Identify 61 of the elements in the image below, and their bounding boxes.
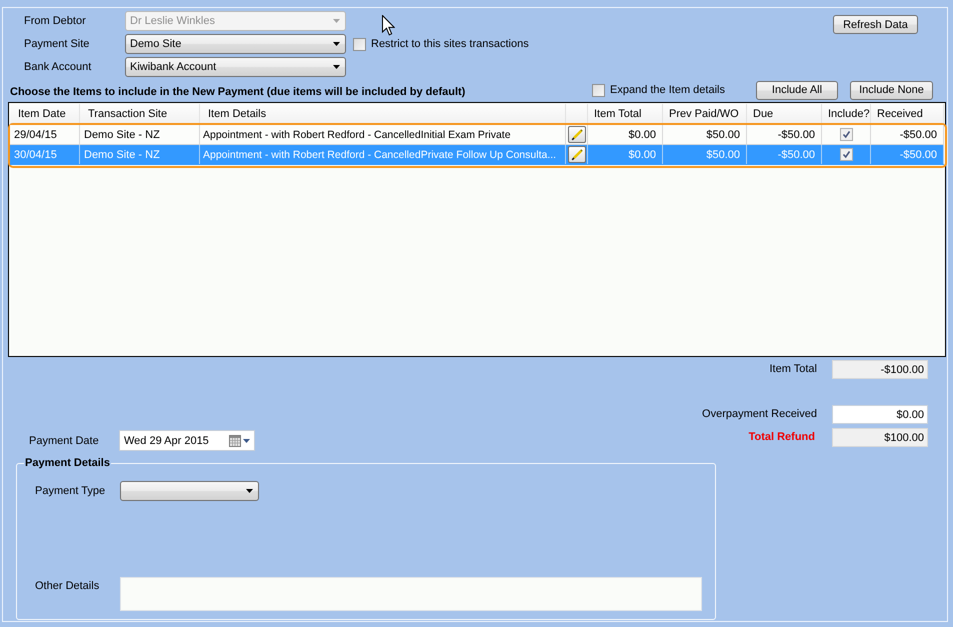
column-header: Item Date — [10, 104, 80, 123]
table-cell: -$50.00 — [747, 145, 822, 164]
field-label: Bank Account — [24, 61, 92, 73]
column-header: Item Total — [588, 104, 663, 123]
table-cell: $0.00 — [588, 145, 663, 164]
field-label: Other Details — [35, 579, 100, 592]
table-cell: 30/04/15 — [10, 145, 80, 164]
caret-icon[interactable] — [243, 438, 250, 442]
mouse-pointer-icon — [382, 15, 395, 36]
dropdown[interactable] — [120, 481, 259, 501]
amount-field[interactable]: $0.00 — [832, 405, 928, 424]
table-cell: -$50.00 — [871, 125, 944, 144]
field-label: Overpayment Received — [702, 407, 817, 422]
include-all-button[interactable]: Include All — [756, 80, 838, 100]
column-header: Transaction Site — [80, 104, 200, 123]
group-title: Payment Details — [24, 457, 111, 470]
include-none-button[interactable]: Include None — [850, 80, 933, 100]
table-cell: $0.00 — [588, 125, 663, 144]
column-header: Item Details — [200, 104, 566, 123]
caret-icon — [333, 19, 340, 23]
caret-icon — [246, 489, 253, 493]
caret-icon — [333, 42, 340, 46]
field-label: Payment Date — [29, 434, 100, 446]
table-cell: 29/04/15 — [10, 125, 80, 144]
calendar-icon[interactable] — [229, 434, 241, 446]
column-header: Received — [871, 104, 944, 123]
table-cell: $50.00 — [663, 145, 747, 164]
table-cell: $50.00 — [663, 125, 747, 144]
table-cell: -$50.00 — [747, 125, 822, 144]
edit-button[interactable] — [568, 126, 586, 143]
checkbox[interactable] — [840, 128, 852, 141]
amount-field: -$100.00 — [832, 360, 928, 379]
section-heading: Choose the Items to include in the New Payment (due items will be included by default) — [9, 85, 466, 99]
field-label: Payment Site — [24, 38, 90, 50]
column-header: Prev Paid/WO — [663, 104, 747, 123]
caret-icon — [333, 65, 340, 69]
field-label: Payment Type — [35, 485, 106, 497]
table-cell: Appointment - with Robert Redford - CancelledPrivate Follow Up Consulta... — [200, 145, 566, 164]
dropdown[interactable]: Demo Site — [125, 34, 346, 54]
pencil-icon — [570, 148, 582, 160]
field-label: Total Refund — [748, 430, 815, 445]
checkbox-label: Expand the Item details — [610, 84, 725, 96]
table-cell: Demo Site - NZ — [80, 145, 200, 164]
table-row[interactable]: 29/04/15 Demo Site - NZ Appointment - with Robert Redford - CancelledInitial Exam Private $0.00 $50.00 -$50.00 -$50.00 — [10, 125, 944, 145]
pencil-icon — [570, 128, 582, 140]
refresh-button[interactable]: Refresh Data — [833, 15, 918, 34]
column-header: Due — [747, 104, 822, 123]
column-header: Include? — [822, 104, 871, 123]
checkbox[interactable] — [592, 84, 605, 96]
table-cell: -$50.00 — [871, 145, 944, 164]
field-label: From Debtor — [24, 15, 87, 27]
dropdown[interactable]: Kiwibank Account — [125, 57, 346, 77]
checkbox[interactable] — [840, 148, 852, 161]
checkbox[interactable] — [353, 38, 366, 50]
edit-button[interactable] — [568, 146, 586, 163]
table-cell: Appointment - with Robert Redford - CancelledInitial Exam Private — [200, 125, 566, 144]
table-cell: Demo Site - NZ — [80, 125, 200, 144]
date-picker[interactable]: Wed 29 Apr 2015 — [119, 430, 255, 451]
checkbox-label: Restrict to this sites transactions — [371, 38, 529, 50]
field-label: Item Total — [770, 362, 817, 377]
amount-field: $100.00 — [832, 428, 928, 447]
